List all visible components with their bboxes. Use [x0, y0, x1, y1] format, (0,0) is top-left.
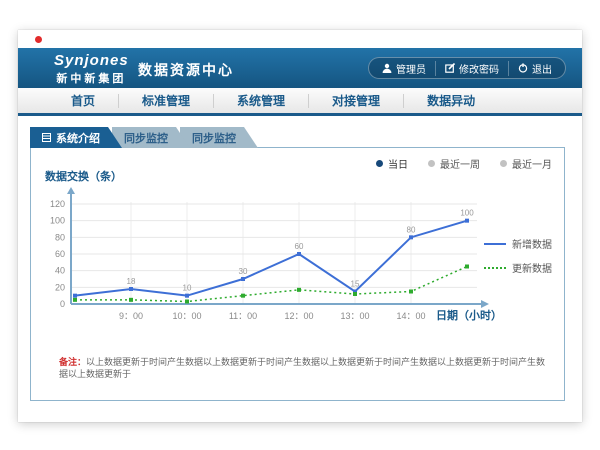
- chart-legend: 新增数据 更新数据: [484, 236, 552, 284]
- nav-item-home[interactable]: 首页: [48, 94, 119, 108]
- footnote-text: 以上数据更新于时间产生数据以上数据更新于时间产生数据以上数据更新于时间产生数据以…: [59, 357, 545, 379]
- filter-last-week[interactable]: 最近一周: [428, 156, 480, 171]
- legend-item-update-data[interactable]: 更新数据: [484, 260, 552, 275]
- radio-icon: [428, 160, 435, 167]
- power-icon: [518, 63, 528, 73]
- svg-text:60: 60: [55, 249, 65, 259]
- change-password-label: 修改密码: [459, 61, 499, 76]
- svg-text:100: 100: [50, 216, 65, 226]
- app-header: Synjones 新中新集团 数据资源中心 管理员 修改密码 退出: [18, 48, 582, 88]
- filter-last-month-label: 最近一月: [512, 156, 552, 171]
- svg-text:60: 60: [295, 242, 304, 251]
- legend-update-data-label: 更新数据: [512, 260, 552, 275]
- nav-item-standard-mgmt[interactable]: 标准管理: [119, 94, 214, 108]
- filter-last-week-label: 最近一周: [440, 156, 480, 171]
- page-title: 数据资源中心: [138, 60, 234, 80]
- radio-selected-icon: [376, 160, 383, 167]
- svg-text:40: 40: [55, 266, 65, 276]
- svg-text:12：00: 12：00: [284, 311, 313, 321]
- tab-sync-monitor-1[interactable]: 同步监控: [112, 127, 190, 148]
- svg-text:15: 15: [351, 280, 360, 289]
- svg-text:120: 120: [50, 199, 65, 209]
- svg-text:100: 100: [460, 209, 474, 218]
- svg-text:80: 80: [55, 232, 65, 242]
- svg-text:10：00: 10：00: [172, 311, 201, 321]
- admin-user-button[interactable]: 管理员: [373, 61, 435, 76]
- svg-text:10: 10: [183, 284, 192, 293]
- filter-today-label: 当日: [388, 156, 408, 171]
- chart-area: 9：00 10：00 11：00 12：00 13：00 14：00 0 20 40 60 80 10…: [39, 184, 504, 341]
- chart-panel: 当日 最近一周 最近一月 数据交换（条） 9：00 10：00 11：00 12：00…: [30, 147, 565, 401]
- svg-text:18: 18: [127, 277, 136, 286]
- tab-sync-monitor-2-label: 同步监控: [192, 130, 236, 146]
- app-window: Synjones 新中新集团 数据资源中心 管理员 修改密码 退出 首页 标准管…: [18, 30, 582, 422]
- footnote: 备注：以上数据更新于时间产生数据以上数据更新于时间产生数据以上数据更新于时间产生…: [59, 356, 548, 380]
- user-icon: [382, 63, 392, 73]
- user-toolbar: 管理员 修改密码 退出: [368, 57, 566, 79]
- tab-bar: 系统介绍 同步监控 同步监控: [30, 127, 258, 148]
- nav-item-system-mgmt[interactable]: 系统管理: [214, 94, 309, 108]
- solid-line-swatch-icon: [484, 243, 506, 245]
- filter-last-month[interactable]: 最近一月: [500, 156, 552, 171]
- logo-dot-icon: [35, 36, 42, 43]
- svg-text:30: 30: [239, 267, 248, 276]
- logout-button[interactable]: 退出: [508, 61, 561, 76]
- svg-text:13：00: 13：00: [340, 311, 369, 321]
- range-filter-group: 当日 最近一周 最近一月: [376, 156, 552, 171]
- svg-text:日期（小时）: 日期（小时）: [436, 308, 502, 322]
- nav-item-data-change[interactable]: 数据异动: [404, 94, 498, 108]
- footnote-prefix: 备注：: [59, 357, 86, 367]
- legend-item-new-data[interactable]: 新增数据: [484, 236, 552, 251]
- radio-icon: [500, 160, 507, 167]
- edit-icon: [445, 63, 455, 73]
- admin-user-label: 管理员: [396, 61, 426, 76]
- svg-text:80: 80: [407, 225, 416, 234]
- svg-text:9：00: 9：00: [119, 311, 143, 321]
- main-nav: 首页 标准管理 系统管理 对接管理 数据异动: [18, 88, 582, 116]
- brand-logo: Synjones 新中新集团: [54, 52, 129, 86]
- svg-text:14：00: 14：00: [396, 311, 425, 321]
- logout-label: 退出: [532, 61, 552, 76]
- legend-new-data-label: 新增数据: [512, 236, 552, 251]
- tab-system-intro[interactable]: 系统介绍: [30, 127, 122, 148]
- y-axis-title: 数据交换（条）: [45, 168, 122, 184]
- brand-name: Synjones: [54, 52, 129, 69]
- dotted-line-swatch-icon: [484, 267, 506, 269]
- change-password-button[interactable]: 修改密码: [435, 61, 508, 76]
- company-name: 新中新集团: [54, 70, 129, 86]
- document-icon: [42, 133, 51, 142]
- filter-today[interactable]: 当日: [376, 156, 408, 171]
- tab-sync-monitor-1-label: 同步监控: [124, 130, 168, 146]
- svg-text:11：00: 11：00: [229, 311, 257, 321]
- svg-text:20: 20: [55, 282, 65, 292]
- tab-sync-monitor-2[interactable]: 同步监控: [180, 127, 258, 148]
- tab-system-intro-label: 系统介绍: [56, 130, 100, 146]
- svg-text:0: 0: [60, 299, 65, 309]
- nav-item-interface-mgmt[interactable]: 对接管理: [309, 94, 404, 108]
- line-chart: 9：00 10：00 11：00 12：00 13：00 14：00 0 20 40 60 80 10…: [39, 184, 504, 336]
